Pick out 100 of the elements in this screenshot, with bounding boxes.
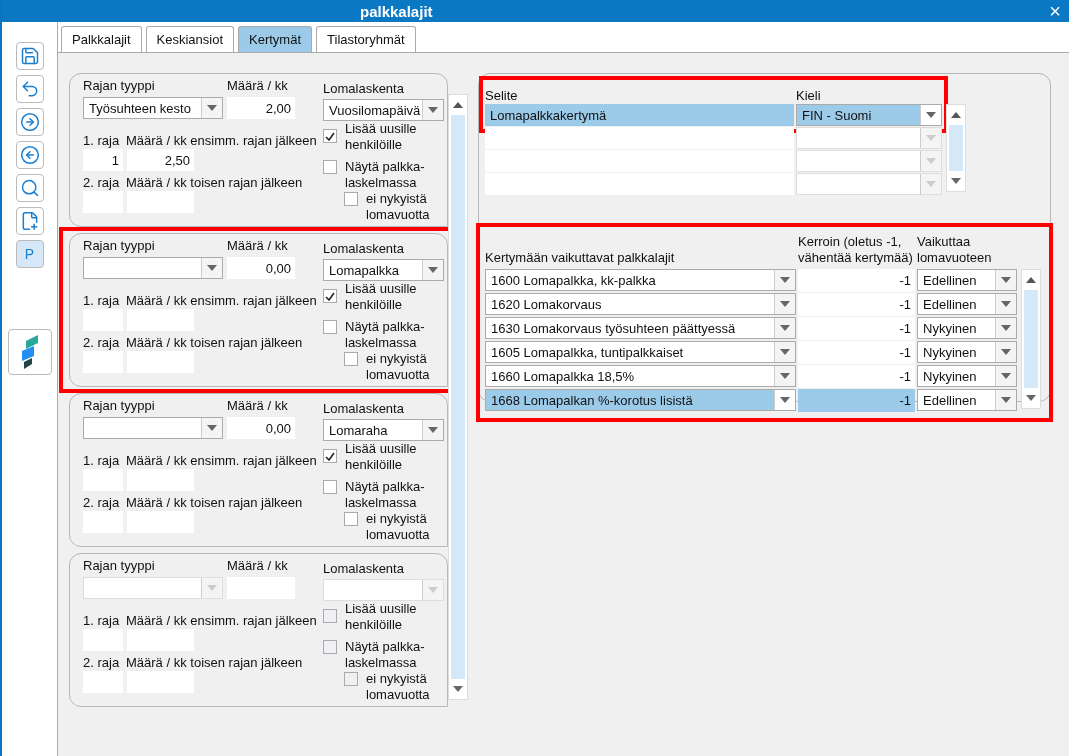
dropdown[interactable]: 1630 Lomakorvaus työsuhteen päättyessä	[485, 317, 796, 339]
logo-button[interactable]	[7, 329, 52, 375]
dropdown[interactable]: Nykyinen	[917, 317, 1017, 339]
dropdown[interactable]: Työsuhteen kesto	[83, 97, 223, 119]
checkbox[interactable]	[323, 289, 337, 303]
scrollbar[interactable]	[1021, 269, 1041, 409]
field-label: Määrä / kk	[227, 238, 288, 254]
dropdown[interactable]: Edellinen	[917, 389, 1017, 411]
caret-icon	[780, 301, 790, 307]
caret-icon	[428, 427, 438, 433]
checkbox[interactable]	[323, 160, 337, 174]
caret-icon	[780, 373, 790, 379]
field-label: Määrä / kk toisen rajan jälkeen	[126, 335, 303, 351]
input-field[interactable]: 2,50	[127, 149, 194, 171]
checkbox-label: ei nykyistä lomavuotta	[366, 671, 431, 703]
checkbox[interactable]	[323, 129, 337, 143]
table-cell: -1	[798, 389, 915, 412]
dropdown[interactable]: 1620 Lomakorvaus	[485, 293, 796, 315]
previous-button[interactable]	[15, 141, 44, 169]
dropdown[interactable]: Nykyinen	[917, 365, 1017, 387]
caret-icon	[207, 585, 217, 591]
checkbox[interactable]	[323, 320, 337, 334]
field-label: 1. raja	[83, 293, 121, 309]
table-cell[interactable]: Lomapalkkakertymä	[485, 104, 794, 126]
scrollbar[interactable]	[448, 94, 468, 700]
caret-icon	[951, 178, 961, 184]
field-label: 2. raja	[83, 175, 121, 191]
dropdown[interactable]: Nykyinen	[917, 341, 1017, 363]
caret-icon	[1001, 277, 1011, 283]
table-cell: -1	[798, 293, 915, 316]
tab[interactable]: Keskiansiot	[145, 26, 234, 52]
dropdown[interactable]: 1668 Lomapalkan %-korotus lisistä	[485, 389, 796, 411]
field-label: Määrä / kk ensimm. rajan jälkeen	[126, 453, 317, 469]
dropdown[interactable]: Edellinen	[917, 293, 1017, 315]
close-button[interactable]: ×	[1047, 2, 1063, 20]
logo-icon	[19, 335, 40, 369]
table-cell: -1	[798, 269, 915, 292]
tab[interactable]: Kertymät	[238, 26, 313, 52]
checkbox[interactable]	[323, 480, 337, 494]
field-label: Rajan tyyppi	[83, 558, 156, 574]
window-title: palkkalajit	[360, 2, 434, 20]
tab[interactable]: Palkkalajit	[61, 26, 142, 52]
scroll-up-icon	[453, 102, 463, 108]
dropdown[interactable]	[83, 257, 223, 279]
field-label: Määrä / kk toisen rajan jälkeen	[126, 655, 303, 671]
field-label: 1. raja	[83, 453, 121, 469]
input-field[interactable]: 2,00	[227, 97, 295, 119]
dropdown[interactable]: FIN - Suomi	[796, 104, 942, 126]
dropdown[interactable]: Lomapalkka	[323, 259, 444, 281]
field-label: Lomalaskenta	[323, 241, 405, 257]
caret-icon	[428, 267, 438, 273]
input-field[interactable]: 1	[83, 149, 123, 171]
field-label: Määrä / kk ensimm. rajan jälkeen	[126, 613, 317, 629]
add-document-button[interactable]	[15, 207, 44, 235]
caret-icon	[780, 349, 790, 355]
column-header: Selite	[485, 88, 519, 104]
caret-icon	[926, 181, 936, 187]
caret-icon	[453, 686, 463, 692]
next-button[interactable]	[15, 108, 44, 136]
tab[interactable]: Tilastoryhmät	[316, 26, 416, 52]
dropdown[interactable]: 1660 Lomapalkka 18,5%	[485, 365, 796, 387]
caret-icon	[1001, 349, 1011, 355]
dropdown[interactable]	[83, 417, 223, 439]
caret-icon	[207, 265, 217, 271]
dropdown[interactable]: Vuosilomapäivä	[323, 99, 444, 121]
input-field[interactable]: 0,00	[227, 417, 295, 439]
field-label: Rajan tyyppi	[83, 238, 156, 254]
dropdown[interactable]: Edellinen	[917, 269, 1017, 291]
field-label: Rajan tyyppi	[83, 398, 156, 414]
save-button[interactable]	[15, 42, 44, 70]
caret-icon	[926, 135, 936, 141]
scroll-up-icon	[1026, 277, 1036, 283]
caret-icon	[780, 397, 790, 403]
checkbox[interactable]	[344, 192, 358, 206]
dropdown[interactable]: 1600 Lomapalkka, kk-palkka	[485, 269, 796, 291]
undo-button[interactable]	[15, 75, 44, 103]
caret-icon	[1001, 325, 1011, 331]
caret-icon	[207, 105, 217, 111]
dropdown[interactable]: 1605 Lomapalkka, tuntipalkkaiset	[485, 341, 796, 363]
search-button[interactable]	[15, 174, 44, 202]
field-label: 1. raja	[83, 133, 121, 149]
column-header: Kerroin (oletus -1, vähentää kertymää)	[798, 234, 914, 266]
checkbox[interactable]	[323, 449, 337, 463]
table-cell[interactable]	[485, 127, 794, 149]
column-header: Kertymään vaikuttavat palkkalajit	[485, 250, 676, 266]
caret-icon	[926, 158, 936, 164]
dropdown[interactable]: Lomaraha	[323, 419, 444, 441]
scrollbar[interactable]	[946, 104, 966, 192]
field-label: Määrä / kk	[227, 558, 288, 574]
checkbox[interactable]	[344, 352, 358, 366]
field-label: Lomalaskenta	[323, 81, 405, 97]
input-field[interactable]: 0,00	[227, 257, 295, 279]
checkbox-label: ei nykyistä lomavuotta	[366, 511, 431, 543]
field-label: Rajan tyyppi	[83, 78, 156, 94]
caret-icon	[1001, 373, 1011, 379]
column-header: Vaikuttaa lomavuoteen	[917, 234, 993, 266]
caret-icon	[1001, 301, 1011, 307]
checkbox[interactable]	[344, 512, 358, 526]
caret-icon	[780, 277, 790, 283]
checkbox-label: Lisää uusille henkilöille	[345, 281, 418, 313]
